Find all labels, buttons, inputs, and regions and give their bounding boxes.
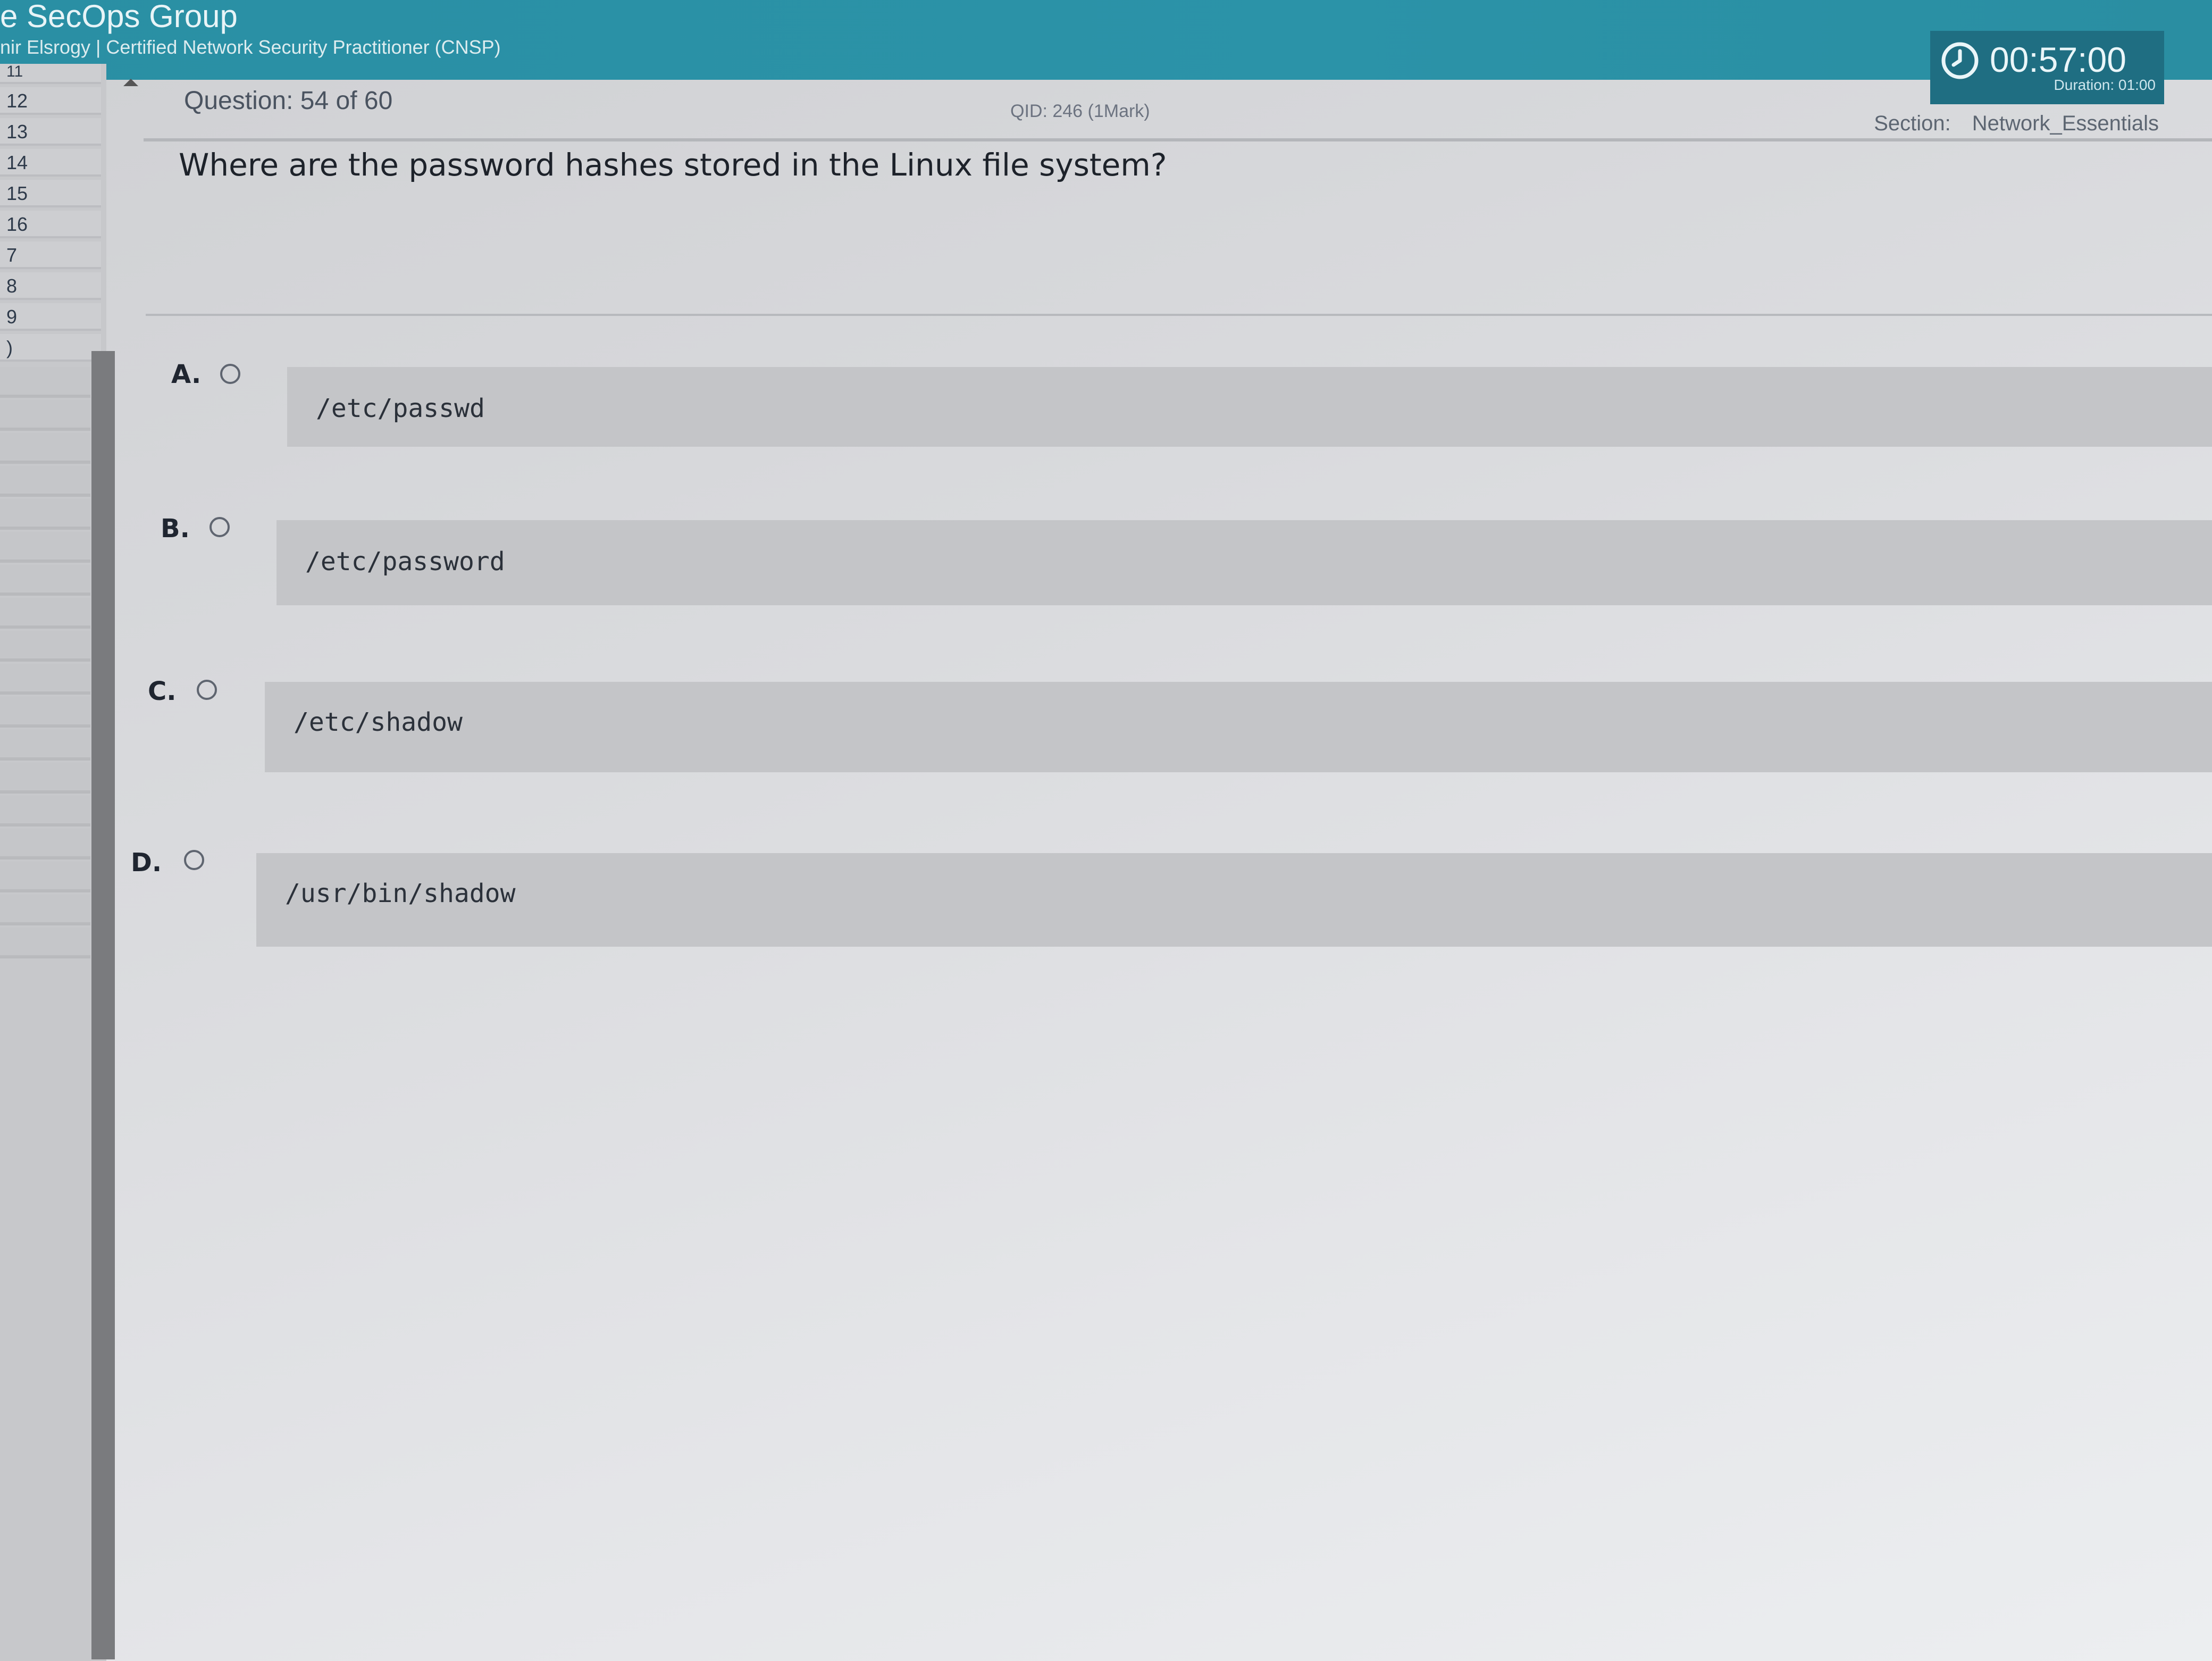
option-d[interactable]: /usr/bin/shadow [256, 853, 2212, 947]
question-nav-item[interactable] [0, 763, 90, 794]
option-b-letter: B. [161, 514, 190, 544]
question-nav-item[interactable]: 7 [0, 241, 101, 269]
question-nav-item[interactable] [0, 631, 90, 662]
question-nav-item[interactable] [0, 928, 90, 958]
question-nav-item[interactable] [0, 400, 90, 431]
scroll-up-arrow-icon[interactable] [123, 79, 138, 86]
question-nav-item[interactable]: 14 [0, 149, 101, 177]
section-value: Network_Essentials [1972, 112, 2159, 135]
timer-value: 00:57:00 [1990, 40, 2126, 79]
question-nav-item[interactable] [0, 697, 90, 728]
option-a-radio[interactable] [220, 364, 240, 384]
option-c-text: /etc/shadow [294, 707, 463, 737]
brand-title: e SecOps Group [0, 0, 238, 34]
question-nav-item[interactable]: 16 [0, 211, 101, 238]
question-nav-item[interactable] [0, 499, 90, 530]
question-nav-item[interactable] [0, 367, 90, 398]
question-nav-item[interactable] [0, 730, 90, 761]
question-text: Where are the password hashes stored in … [179, 147, 1167, 183]
question-nav-item[interactable] [0, 565, 90, 596]
question-nav-item[interactable]: ) [0, 334, 101, 362]
question-nav-item[interactable]: 8 [0, 272, 101, 300]
exam-header: e SecOps Group nir Elsrogy | Certified N… [0, 0, 2212, 80]
question-nav-item[interactable] [0, 796, 90, 827]
question-id: QID: 246 (1Mark) [1010, 101, 1150, 121]
question-nav-item[interactable]: 15 [0, 180, 101, 207]
option-a-letter: A. [171, 360, 202, 389]
option-b[interactable]: /etc/password [276, 520, 2212, 605]
question-nav-item[interactable] [0, 532, 90, 563]
option-b-radio[interactable] [210, 517, 230, 537]
candidate-exam-subtitle: nir Elsrogy | Certified Network Security… [0, 36, 501, 58]
option-a-text: /etc/passwd [316, 394, 485, 423]
question-nav-item[interactable] [0, 664, 90, 695]
section-label: Section: [1874, 112, 1951, 135]
question-nav-item[interactable]: 12 [0, 87, 101, 115]
question-nav-item[interactable]: 9 [0, 303, 101, 331]
option-a[interactable]: /etc/passwd [287, 367, 2212, 447]
question-nav-item[interactable] [0, 895, 90, 925]
clock-icon [1941, 42, 1979, 79]
question-nav-item[interactable] [0, 466, 90, 497]
question-nav-item[interactable] [0, 862, 90, 892]
option-c[interactable]: /etc/shadow [265, 682, 2212, 772]
option-c-radio[interactable] [197, 680, 217, 700]
question-nav-item[interactable]: 11 [0, 64, 101, 84]
question-counter: Question: 54 of 60 [184, 87, 393, 115]
question-divider [146, 314, 2212, 316]
question-nav-item[interactable] [0, 598, 90, 629]
option-d-text: /usr/bin/shadow [285, 879, 516, 908]
option-b-text: /etc/password [305, 547, 505, 577]
option-d-radio[interactable] [184, 850, 204, 870]
question-nav-item[interactable] [0, 829, 90, 859]
navigator-scrollbar[interactable] [91, 351, 115, 1659]
option-c-letter: C. [148, 677, 177, 706]
section-indicator: Section: Network_Essentials [1874, 112, 2159, 136]
exam-window: e SecOps Group nir Elsrogy | Certified N… [0, 0, 2212, 1661]
question-info-bar: Question: 54 of 60 QID: 246 (1Mark) Sect… [144, 80, 2212, 141]
question-nav-item[interactable]: 13 [0, 118, 101, 146]
option-d-letter: D. [131, 848, 162, 878]
question-nav-item[interactable] [0, 433, 90, 464]
